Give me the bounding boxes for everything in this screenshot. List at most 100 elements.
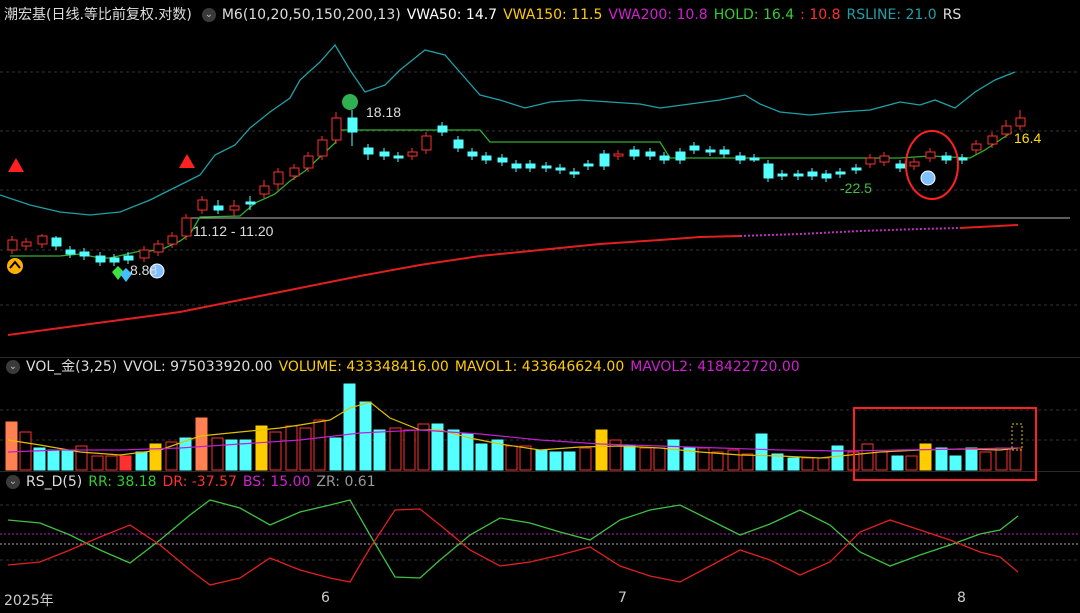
- volume-bar: [831, 445, 844, 471]
- volume-bar: [359, 401, 372, 471]
- last-price-label: 16.4: [1014, 130, 1041, 146]
- candle-body: [583, 163, 594, 167]
- candle-body: [213, 205, 224, 211]
- candle-body: [65, 249, 76, 255]
- candle-body: [555, 167, 566, 171]
- stock-chart[interactable]: 18.18 11.12 - 11.20 8.88 -22.5 16.4: [0, 0, 1080, 613]
- candle-body: [971, 143, 982, 151]
- candle-body: [675, 151, 686, 161]
- candle-body: [123, 255, 134, 261]
- candlesticks: [7, 110, 1026, 266]
- volume-bar: [285, 425, 298, 471]
- volume-bar: [549, 451, 562, 471]
- x-label-august: 8: [957, 590, 966, 606]
- candle-body: [481, 155, 492, 161]
- volume-bar: [535, 449, 548, 471]
- candle-body: [393, 155, 404, 159]
- candle-body: [109, 257, 120, 263]
- candle-body: [181, 217, 192, 237]
- candle-body: [421, 135, 432, 151]
- volume-bar: [935, 447, 948, 471]
- volume-bar: [949, 455, 962, 471]
- candle-body: [363, 147, 374, 155]
- candle-body: [407, 151, 418, 157]
- volume-bar: [787, 457, 800, 471]
- candle-body: [763, 163, 774, 179]
- candle-body: [895, 163, 906, 169]
- candle-body: [1015, 117, 1026, 127]
- candle-body: [735, 155, 746, 161]
- volume-bar: [255, 425, 268, 471]
- candle-body: [511, 163, 522, 169]
- volume-bar: [91, 455, 104, 471]
- candle-body: [705, 149, 716, 153]
- candle-body: [167, 235, 178, 245]
- candle-body: [347, 117, 358, 133]
- candle-body: [941, 155, 952, 161]
- long-ma-dotted: [739, 227, 961, 237]
- volume-bar: [639, 447, 652, 471]
- candle-body: [245, 201, 256, 205]
- volume-bar: [755, 433, 768, 471]
- volume-bar: [595, 429, 608, 471]
- volume-bar: [135, 451, 148, 471]
- volume-bar: [891, 455, 904, 471]
- top-marker-icon: [342, 94, 358, 110]
- candle-body: [51, 237, 62, 247]
- volume-bar: [329, 437, 342, 471]
- candle-body: [317, 139, 328, 157]
- volume-bars: [5, 383, 1022, 471]
- candle-body: [879, 155, 890, 163]
- candle-body: [7, 239, 18, 251]
- candle-body: [21, 241, 32, 247]
- high-price-label: 18.18: [366, 104, 401, 120]
- low-price-label: 8.88: [130, 262, 157, 278]
- volume-bar: [697, 447, 710, 471]
- volume-bar: [711, 451, 724, 471]
- candle-body: [1001, 125, 1012, 135]
- candle-body: [273, 171, 284, 185]
- candle-body: [719, 149, 730, 155]
- candle-body: [331, 117, 342, 141]
- volume-bar: [919, 443, 932, 471]
- sell-triangle-icon: [8, 158, 24, 172]
- candle-body: [629, 149, 640, 157]
- candle-body: [541, 165, 552, 169]
- volume-bar: [1009, 447, 1022, 471]
- volume-bar: [623, 445, 636, 471]
- volume-bar: [653, 447, 666, 471]
- volume-bar: [875, 451, 888, 471]
- candle-body: [645, 151, 656, 157]
- volume-bar: [979, 451, 992, 471]
- candle-body: [303, 155, 314, 169]
- candle-body: [153, 243, 164, 253]
- sell-triangle-icon: [179, 154, 195, 168]
- neg-label: -22.5: [840, 180, 872, 196]
- candle-body: [777, 173, 788, 177]
- volume-bar: [447, 429, 460, 471]
- volume-bar: [373, 429, 386, 471]
- candle-body: [865, 157, 876, 165]
- volume-bar: [119, 455, 132, 471]
- candle-body: [987, 135, 998, 145]
- volume-bar: [211, 437, 224, 471]
- candle-body: [79, 251, 90, 257]
- volume-bar: [861, 443, 874, 471]
- long-ma-curve: [7, 235, 741, 336]
- volume-bar: [505, 445, 518, 471]
- candle-body: [851, 167, 862, 171]
- candle-body: [659, 155, 670, 161]
- volume-bar: [239, 439, 252, 471]
- candle-body: [793, 173, 804, 177]
- candle-body: [599, 153, 610, 167]
- volume-bar: [817, 457, 830, 471]
- candle-body: [453, 139, 464, 149]
- volume-bar: [5, 421, 18, 471]
- volume-bar: [343, 383, 356, 471]
- candle-body: [909, 161, 920, 167]
- candle-body: [437, 125, 448, 133]
- candle-body: [467, 151, 478, 157]
- candle-body: [139, 249, 150, 259]
- candle-body: [821, 173, 832, 179]
- range-label: 11.12 - 11.20: [193, 223, 274, 239]
